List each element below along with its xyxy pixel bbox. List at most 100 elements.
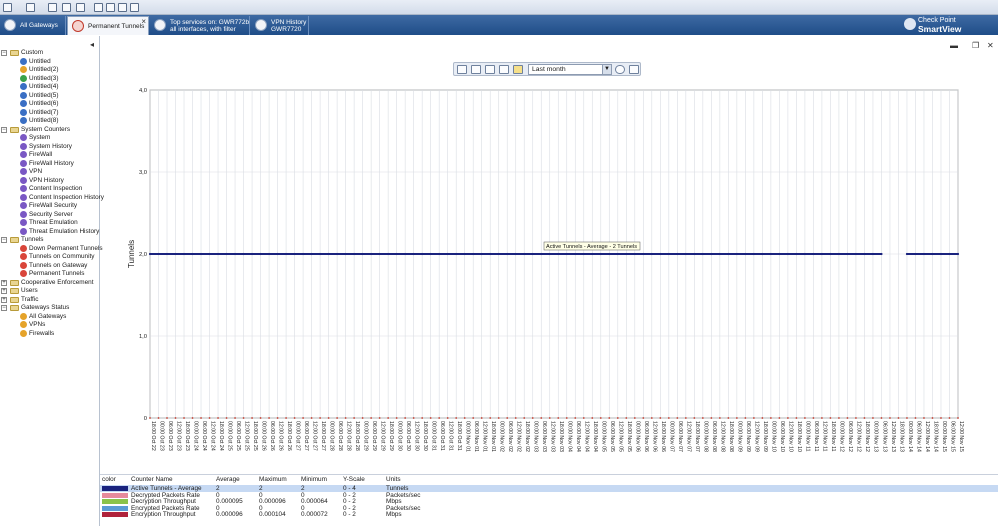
legend-row[interactable]: Decrypted Packets Rate 0 0 0 0 - 2 Packets/se… xyxy=(100,492,998,499)
tree-folder[interactable]: − Gateways Status xyxy=(1,304,99,312)
tree-item[interactable]: Untitled(2) xyxy=(0,66,98,74)
view-icon xyxy=(20,219,27,226)
tab-all-gateways[interactable]: All Gateways xyxy=(0,16,66,35)
view-icon xyxy=(20,83,27,90)
tree-item[interactable]: System xyxy=(0,134,98,142)
tab-top-services[interactable]: Top services on: GWR772b all interfaces, … xyxy=(150,16,250,35)
view-icon xyxy=(20,142,27,150)
close-tab-icon[interactable]: × xyxy=(141,18,146,26)
tree-item[interactable]: Threat Emulation History xyxy=(0,227,99,236)
tree-folder[interactable]: + Users xyxy=(1,287,99,295)
series-point xyxy=(667,252,670,256)
chart-type-icon[interactable] xyxy=(499,65,509,74)
tab-vpn-history[interactable]: VPN History GWR7720 xyxy=(251,16,309,35)
view-icon xyxy=(20,202,27,209)
tree-item[interactable]: Tunnels on Community xyxy=(0,253,98,261)
collapse-icon[interactable]: − xyxy=(1,237,7,243)
time-range-select[interactable]: Last month ▼ xyxy=(528,64,612,75)
tree-item-label: Content Inspection xyxy=(29,185,83,192)
x-tick-label: 18:00 Nov 09 xyxy=(762,421,768,452)
series-point xyxy=(344,252,347,256)
tree-item[interactable]: Untitled(8) xyxy=(0,117,98,125)
window-icon[interactable] xyxy=(94,3,103,12)
tree-item-label: Gateways Status xyxy=(21,304,70,311)
tab-strip: All Gateways Permanent Tunnels × Top ser… xyxy=(0,15,998,35)
series-point xyxy=(259,252,262,256)
collapse-sidebar-icon[interactable]: ◂ xyxy=(90,40,94,49)
menu-icon[interactable] xyxy=(3,3,12,12)
copy-icon[interactable] xyxy=(118,3,127,12)
tree-item[interactable]: Untitled(4) xyxy=(0,83,98,91)
tree-item[interactable]: FireWall xyxy=(0,151,98,159)
chevron-down-icon[interactable]: ▼ xyxy=(602,65,611,74)
tree-item[interactable]: Untitled(3) xyxy=(0,74,98,83)
header-y-scale: Y-Scale xyxy=(343,476,365,483)
series-point xyxy=(361,252,364,256)
tree-item[interactable]: Firewalls xyxy=(0,329,98,338)
tree-item[interactable]: VPNs xyxy=(0,321,98,329)
save-icon[interactable] xyxy=(62,3,71,12)
tree-item[interactable]: System History xyxy=(0,142,98,151)
tab-permanent-tunnels[interactable]: Permanent Tunnels × xyxy=(67,16,149,35)
legend-row[interactable]: Active Tunnels - Average 2 2 2 0 - 4 Tunnels xyxy=(100,485,998,492)
zero-point xyxy=(276,417,279,419)
series-point xyxy=(659,252,662,256)
tree-item[interactable]: VPN History xyxy=(0,176,98,185)
collapse-icon[interactable]: − xyxy=(1,126,7,133)
expand-icon[interactable] xyxy=(485,65,495,74)
tree-item[interactable]: VPN xyxy=(0,168,98,176)
chat-icon[interactable] xyxy=(76,3,85,12)
grid-icon[interactable] xyxy=(106,3,115,12)
tree-item[interactable]: Content Inspection History xyxy=(0,193,104,202)
tree-item[interactable]: Content Inspection xyxy=(0,185,98,193)
expand-icon[interactable]: + xyxy=(1,296,7,303)
close-icon[interactable]: ✕ xyxy=(987,41,994,50)
tree-item[interactable]: Permanent Tunnels xyxy=(0,270,98,278)
zero-point xyxy=(565,417,568,419)
edit-icon[interactable] xyxy=(629,65,639,74)
tree-folder[interactable]: − System Counters xyxy=(1,126,99,134)
tree-item[interactable]: FireWall History xyxy=(0,159,98,168)
collapse-icon[interactable]: − xyxy=(1,50,7,56)
tree-folder[interactable]: − Tunnels xyxy=(1,236,99,244)
tree-item[interactable]: FireWall Security xyxy=(0,202,98,210)
view-icon xyxy=(20,244,27,252)
properties-icon[interactable] xyxy=(457,65,467,74)
tree-item[interactable]: Untitled(7) xyxy=(0,108,98,117)
tree-item[interactable]: Threat Emulation xyxy=(0,219,98,227)
minimize-icon[interactable]: ▬ xyxy=(950,41,958,50)
color-swatch xyxy=(102,499,128,505)
series-point xyxy=(752,252,755,256)
tree-folder[interactable]: + Traffic xyxy=(1,296,99,304)
x-tick-label: 18:00 Nov 04 xyxy=(592,421,598,452)
filter-icon[interactable] xyxy=(48,3,57,12)
refresh-icon[interactable] xyxy=(615,65,625,74)
legend-row[interactable]: Encrypted Packets Rate 0 0 0 0 - 2 Packets/se… xyxy=(100,505,998,512)
tree-item[interactable]: All Gateways xyxy=(0,312,98,321)
tree-item[interactable]: Untitled(6) xyxy=(0,100,98,108)
x-tick-label: 18:00 Nov 05 xyxy=(626,421,632,452)
legend-cell-average: 0.000096 xyxy=(216,511,243,519)
x-tick-label: 12:00 Nov 04 xyxy=(584,421,590,452)
expand-icon[interactable]: + xyxy=(1,288,7,294)
tree-item[interactable]: Down Permanent Tunnels xyxy=(0,244,103,253)
tree-folder[interactable]: + Cooperative Enforcement xyxy=(1,279,99,287)
x-tick-label: 06:00 Oct 31 xyxy=(439,421,445,451)
tree-view-icon[interactable] xyxy=(26,3,35,12)
tree-item[interactable]: Tunnels on Gateway xyxy=(0,261,98,270)
legend-row[interactable]: Encryption Throughput 0.000096 0.000104 0.0… xyxy=(100,511,998,518)
save-report-icon[interactable] xyxy=(471,65,481,74)
restore-icon[interactable]: ❐ xyxy=(972,41,979,50)
tree-item[interactable]: Untitled(5) xyxy=(0,91,98,100)
tree-item[interactable]: Security Server xyxy=(0,210,98,219)
tree-item-label: Untitled(7) xyxy=(29,108,59,116)
legend-cell-minimum: 0.000072 xyxy=(301,511,328,519)
collapse-icon[interactable]: − xyxy=(1,305,7,311)
tree-item[interactable]: Untitled xyxy=(0,57,98,66)
tree-folder[interactable]: − Custom xyxy=(1,49,99,57)
layout-icon[interactable] xyxy=(130,3,139,12)
legend-row[interactable]: Decryption Throughput 0.000095 0.000096 0.0… xyxy=(100,498,998,505)
zero-point xyxy=(174,417,177,419)
line-chart-icon[interactable] xyxy=(513,65,523,74)
expand-icon[interactable]: + xyxy=(1,279,7,286)
